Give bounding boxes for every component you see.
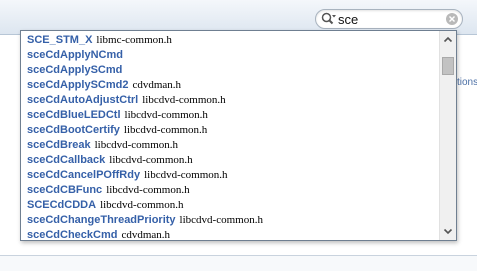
- background-link-text[interactable]: tions: [457, 77, 477, 88]
- suggestion-symbol: sceCdBootCertify: [27, 124, 120, 136]
- suggestion-header: libcdvd-common.h: [123, 124, 208, 136]
- suggestion-symbol: sceCdApplySCmd: [27, 64, 123, 76]
- suggestion-header: libcdvd-common.h: [142, 94, 226, 106]
- suggestion-item[interactable]: SCECdCDDA libcdvd-common.h: [21, 196, 439, 211]
- suggestion-symbol: sceCdCancelPOffRdy: [27, 169, 141, 181]
- suggestion-header: libcdvd-common.h: [144, 169, 228, 181]
- suggestion-item[interactable]: SCE_STM_X libmc-common.h: [21, 31, 439, 46]
- search-icon[interactable]: [321, 12, 337, 26]
- suggestion-header: libcdvd-common.h: [94, 139, 178, 151]
- suggestion-item[interactable]: sceCdCallback libcdvd-common.h: [21, 151, 439, 166]
- suggestion-item[interactable]: sceCdBlueLEDCtl libcdvd-common.h: [21, 106, 439, 121]
- suggestion-item[interactable]: sceCdCancelPOffRdy libcdvd-common.h: [21, 166, 439, 181]
- suggestion-symbol: sceCdChangeThreadPriority: [27, 214, 176, 226]
- suggestion-item[interactable]: sceCdAutoAdjustCtrl libcdvd-common.h: [21, 91, 439, 106]
- suggestion-header: cdvdman.h: [121, 229, 171, 241]
- suggestion-header: libcdvd-common.h: [100, 199, 184, 211]
- suggestion-symbol: sceCdBlueLEDCtl: [27, 109, 121, 121]
- suggestion-item[interactable]: sceCdCBFunc libcdvd-common.h: [21, 181, 439, 196]
- page-footer-strip: [0, 255, 477, 271]
- suggestion-symbol: SCECdCDDA: [27, 199, 97, 211]
- suggestion-symbol: sceCdBreak: [27, 139, 91, 151]
- suggestion-item[interactable]: sceCdApplyNCmd: [21, 46, 439, 61]
- suggestion-symbol: sceCdCBFunc: [27, 184, 103, 196]
- suggestion-header: libcdvd-common.h: [106, 184, 190, 196]
- suggestion-symbol: sceCdCheckCmd: [27, 229, 118, 241]
- suggestion-header: libcdvd-common.h: [109, 154, 193, 166]
- suggestion-symbol: sceCdApplySCmd2: [27, 79, 129, 91]
- suggestion-symbol: sceCdCallback: [27, 154, 106, 166]
- suggestion-item[interactable]: sceCdCheckCmd cdvdman.h: [21, 226, 439, 241]
- suggestion-header: libcdvd-common.h: [124, 109, 208, 121]
- suggestion-symbol: sceCdApplyNCmd: [27, 49, 123, 61]
- suggestion-symbol: SCE_STM_X: [27, 34, 93, 46]
- clear-icon[interactable]: [446, 13, 458, 25]
- suggestion-item[interactable]: sceCdApplySCmd: [21, 61, 439, 76]
- suggestion-header: cdvdman.h: [132, 79, 182, 91]
- suggestion-item[interactable]: sceCdBreak libcdvd-common.h: [21, 136, 439, 151]
- vertical-scrollbar[interactable]: [439, 31, 456, 240]
- suggestion-header: libmc-common.h: [96, 34, 172, 46]
- scrollbar-thumb[interactable]: [442, 57, 454, 75]
- suggestion-symbol: sceCdAutoAdjustCtrl: [27, 94, 139, 106]
- scroll-up-arrow-icon[interactable]: [440, 31, 456, 48]
- suggestion-list: SCE_STM_X libmc-common.h sceCdApplyNCmd s…: [21, 31, 439, 240]
- scroll-down-arrow-icon[interactable]: [440, 223, 456, 240]
- suggestion-item[interactable]: sceCdChangeThreadPriority libcdvd-common.…: [21, 211, 439, 226]
- search-suggestions-dropdown: SCE_STM_X libmc-common.h sceCdApplyNCmd s…: [20, 30, 457, 241]
- search-box[interactable]: [315, 9, 463, 29]
- suggestion-item[interactable]: sceCdBootCertify libcdvd-common.h: [21, 121, 439, 136]
- suggestion-header: libcdvd-common.h: [179, 214, 263, 226]
- search-input[interactable]: [338, 11, 438, 27]
- suggestion-item[interactable]: sceCdApplySCmd2 cdvdman.h: [21, 76, 439, 91]
